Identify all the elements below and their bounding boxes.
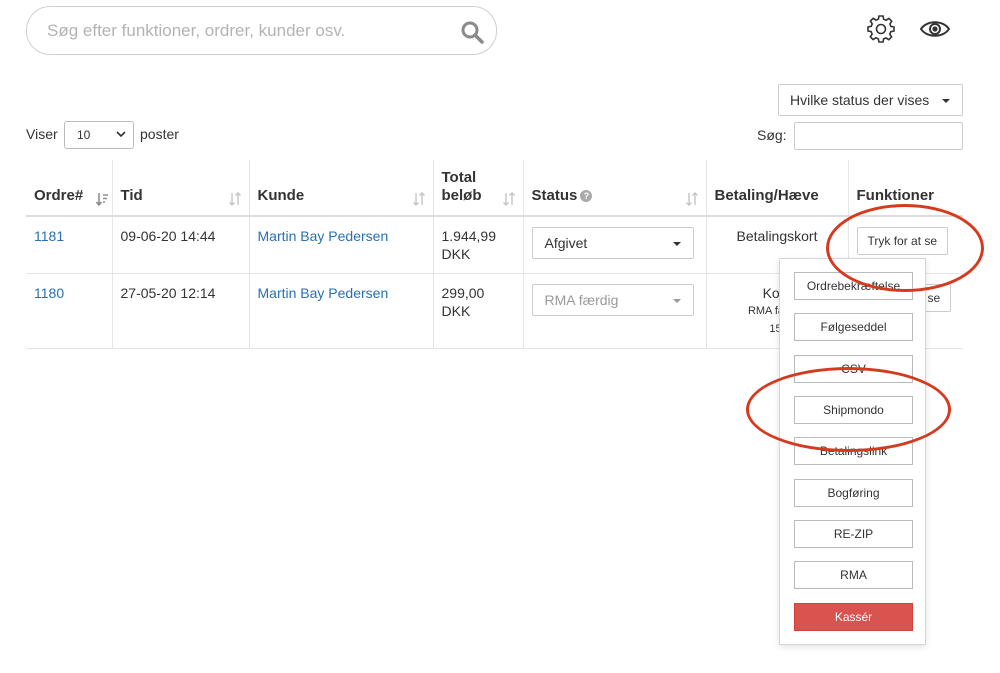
header-functions: Funktioner	[847, 160, 963, 217]
sort-icon	[685, 192, 698, 206]
menu-item-discard[interactable]: Kassér	[794, 603, 913, 631]
order-link[interactable]: 1181	[34, 228, 64, 244]
order-link[interactable]: 1180	[34, 285, 64, 301]
sort-icon	[412, 192, 425, 206]
sort-icon	[502, 192, 515, 206]
caret-down-icon	[942, 99, 950, 103]
order-time: 27-05-20 12:14	[111, 273, 249, 349]
order-total: 1.944,99 DKK	[432, 216, 523, 274]
header-status[interactable]: Status?	[522, 160, 706, 217]
order-time: 09-06-20 14:44	[111, 216, 249, 274]
header-time[interactable]: Tid	[111, 160, 249, 217]
page-length-select[interactable]: 10	[64, 121, 134, 149]
status-filter-label: Hvilke status der vises	[790, 92, 930, 108]
gear-icon[interactable]	[866, 14, 896, 44]
header-payment: Betaling/Hæve	[705, 160, 848, 217]
status-filter-button[interactable]: Hvilke status der vises	[778, 84, 963, 116]
header-total[interactable]: Total beløb	[432, 160, 523, 217]
caret-down-icon	[672, 299, 681, 303]
caret-down-icon	[672, 242, 681, 246]
length-suffix: poster	[140, 126, 179, 142]
menu-item-payment-link[interactable]: Betalingslink	[794, 437, 913, 465]
menu-item-shipmondo[interactable]: Shipmondo	[794, 396, 913, 424]
header-order[interactable]: Ordre#	[26, 160, 112, 217]
search-icon[interactable]	[460, 20, 484, 44]
menu-item-csv[interactable]: CSV	[794, 355, 913, 383]
table-search-input[interactable]	[794, 122, 963, 150]
order-status-select[interactable]: Afgivet	[531, 227, 694, 259]
header-customer[interactable]: Kunde	[248, 160, 433, 217]
sort-desc-icon	[95, 193, 108, 206]
chevron-down-icon	[116, 131, 126, 138]
menu-item-rezip[interactable]: RE-ZIP	[794, 520, 913, 548]
table-search-label: Søg:	[757, 127, 787, 143]
menu-item-order-confirmation[interactable]: Ordrebekræftelse	[794, 272, 913, 300]
order-status-select: RMA færdig	[531, 284, 694, 316]
page-length-value: 10	[77, 128, 91, 142]
customer-link[interactable]: Martin Bay Pedersen	[258, 285, 389, 301]
eye-icon[interactable]	[919, 17, 951, 41]
menu-item-packing-slip[interactable]: Følgeseddel	[794, 313, 913, 341]
length-prefix: Viser	[26, 126, 58, 142]
order-total: 299,00 DKK	[432, 273, 523, 349]
functions-menu: Ordrebekræftelse Følgeseddel CSV Shipmon…	[779, 258, 926, 645]
menu-item-bookkeeping[interactable]: Bogføring	[794, 479, 913, 507]
payment-method: Betalingskort	[736, 228, 818, 244]
global-search[interactable]	[26, 6, 497, 55]
sort-icon	[228, 192, 241, 206]
global-search-input[interactable]	[47, 19, 447, 43]
customer-link[interactable]: Martin Bay Pedersen	[258, 228, 389, 244]
functions-button[interactable]: Tryk for at se	[856, 227, 949, 255]
help-icon[interactable]: ?	[580, 190, 593, 203]
menu-item-rma[interactable]: RMA	[794, 561, 913, 589]
